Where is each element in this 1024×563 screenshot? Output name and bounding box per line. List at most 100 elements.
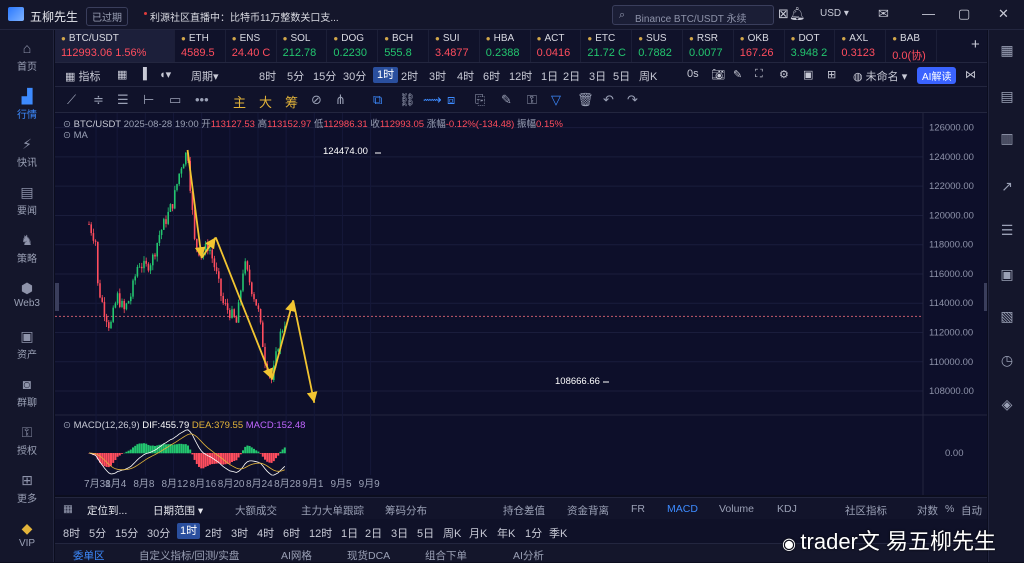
alert-icon[interactable]: ⊘ <box>311 92 322 108</box>
nav-item-1[interactable]: ▟行情 <box>0 84 54 128</box>
ticker-item[interactable]: HBA0.2388 <box>480 30 531 63</box>
trendline-tool-icon[interactable]: ⟋ <box>67 92 76 108</box>
filter-icon[interactable]: ▽ <box>551 92 561 108</box>
ticker-item[interactable]: DOT3.948 2 <box>785 30 836 63</box>
rectangle-tool-icon[interactable]: ▭ <box>169 92 181 108</box>
period-tab[interactable]: 2日 <box>563 68 580 84</box>
candle-style-icon[interactable]: ◖▾ <box>159 68 171 81</box>
clipboard-tool-icon[interactable]: ⎘ <box>475 92 485 108</box>
period-tab[interactable]: 年K <box>497 525 515 541</box>
chip-button[interactable]: 筹 <box>285 92 298 111</box>
period-tab[interactable]: 5分 <box>287 68 304 84</box>
layers-icon[interactable]: ◈ <box>999 396 1015 413</box>
indicator-button[interactable]: ▦ 指标 <box>65 68 100 84</box>
nav-item-0[interactable]: ⌂首页 <box>0 36 54 80</box>
minimize-icon[interactable]: — <box>922 6 935 21</box>
compare-tool-icon[interactable]: ⧈ <box>447 92 455 108</box>
period-tab[interactable]: 3日 <box>589 68 606 84</box>
indicator-tab[interactable]: MACD <box>667 503 698 515</box>
screen-chart-icon[interactable]: ▣ <box>999 266 1015 283</box>
nav-item-5[interactable]: ⬢Web3 <box>0 276 54 320</box>
date-range-dropdown[interactable]: 日期范围 ▾ <box>153 503 203 518</box>
ticker-item[interactable]: SUI3.4877 <box>429 30 480 63</box>
period-tab[interactable]: 15分 <box>115 525 138 541</box>
close-search-icon[interactable]: ⊠ <box>778 6 789 22</box>
ticker-item[interactable]: BAB0.0(协) <box>886 30 937 63</box>
mail-icon[interactable]: ✉ <box>878 6 889 22</box>
big-order-button[interactable]: 大 <box>259 92 272 111</box>
indicator-tab[interactable]: 自动 <box>961 503 982 518</box>
period-tab[interactable]: 季K <box>549 525 567 541</box>
nav-item-4[interactable]: ♞策略 <box>0 228 54 272</box>
panel-tab[interactable]: 委单区 <box>73 548 105 563</box>
ray-tool-icon[interactable]: ⊢ <box>143 92 154 108</box>
ticker-item[interactable]: ETC21.72 C <box>581 30 632 63</box>
ai-explain-button[interactable]: AI解读 <box>917 67 956 84</box>
price-chart[interactable]: 126000.00124000.00122000.00120000.001180… <box>55 113 987 495</box>
period-tab[interactable]: 2时 <box>401 68 418 84</box>
ticker-item[interactable]: ETH4589.5 <box>175 30 226 63</box>
nav-item-10[interactable]: ◆VIP <box>0 516 54 560</box>
main-indicator-button[interactable]: 主 <box>233 92 246 111</box>
ticker-item[interactable]: BCH555.8 <box>378 30 429 63</box>
ticker-item[interactable]: DOG0.2230 <box>327 30 378 63</box>
replay-speed[interactable]: 0s <box>687 68 699 80</box>
period-tab[interactable]: 1日 <box>541 68 558 84</box>
period-tab[interactable]: 12时 <box>509 68 532 84</box>
close-window-icon[interactable]: ✕ <box>998 6 1009 22</box>
ticker-item[interactable]: AXL0.3123 <box>835 30 886 63</box>
parallel-lines-icon[interactable]: ≑ <box>93 92 104 108</box>
panel-tab[interactable]: 现货DCA <box>347 548 390 563</box>
currency-select[interactable]: USD ▾ <box>820 8 849 19</box>
indicator-tab[interactable]: Volume <box>719 503 754 515</box>
period-tab[interactable]: 8时 <box>63 525 80 541</box>
panel-tab[interactable]: 自定义指标/回测/实盘 <box>139 548 239 563</box>
period-tab[interactable]: 30分 <box>147 525 170 541</box>
dots-menu-icon[interactable]: ••• <box>195 92 209 107</box>
period-tab[interactable]: 30分 <box>343 68 366 84</box>
grid-layout-icon[interactable]: ▦ <box>999 42 1015 59</box>
period-tab[interactable]: 5分 <box>89 525 106 541</box>
redo-icon[interactable]: ↷ <box>627 92 638 108</box>
period-tab[interactable]: 1分 <box>525 525 542 541</box>
indicator-tab[interactable]: % <box>945 503 954 515</box>
calendar-icon[interactable]: ▦ <box>117 68 127 81</box>
ticker-item[interactable]: OKB167.26 <box>734 30 785 63</box>
indicator-tab[interactable]: 持仓差值 <box>503 503 545 518</box>
trend-chart-icon[interactable]: ↗ <box>999 178 1015 195</box>
indicator-tab[interactable]: 筹码分布 <box>385 503 427 518</box>
period-tab[interactable]: 5日 <box>613 68 630 84</box>
horizontal-lines-icon[interactable]: ☰ <box>117 92 129 108</box>
camera-icon[interactable]: 📷︎ <box>711 68 725 81</box>
nav-item-8[interactable]: ⚿授权 <box>0 420 54 464</box>
period-tab[interactable]: 1时 <box>373 67 398 83</box>
clipboard-icon[interactable]: ▧ <box>999 308 1015 325</box>
nav-item-3[interactable]: ▤要闻 <box>0 180 54 224</box>
symbol-search-input[interactable]: ⌕ Binance BTC/USDT 永续 <box>612 5 774 25</box>
layout-icon[interactable]: ⊞ <box>827 68 836 81</box>
fullscreen-icon[interactable]: ⛶ <box>755 68 763 81</box>
ticker-item[interactable]: RSR0.0077 <box>683 30 734 63</box>
period-tab[interactable]: 3时 <box>429 68 446 84</box>
magnet-icon[interactable]: ⋔ <box>335 92 346 108</box>
indicator-tab[interactable]: 大额成交 <box>235 503 277 518</box>
settings-gear-icon[interactable]: ⚙ <box>779 68 789 81</box>
indicator-tab[interactable]: 社区指标 <box>845 503 887 518</box>
maximize-icon[interactable]: ▢ <box>958 6 970 22</box>
bell-icon[interactable]: 🔔︎ <box>789 6 806 22</box>
indicator-tab[interactable]: 主力大单跟踪 <box>301 503 364 518</box>
locate-to-button[interactable]: 定位到... <box>87 503 127 518</box>
period-tab[interactable]: 2日 <box>365 525 382 541</box>
bars-icon[interactable]: ▐ <box>139 68 147 80</box>
notes-icon[interactable]: ▥ <box>999 130 1015 147</box>
period-dropdown[interactable]: 周期▾ <box>191 68 219 84</box>
undo-icon[interactable]: ↶ <box>603 92 614 108</box>
nav-item-7[interactable]: ◙群聊 <box>0 372 54 416</box>
panel-tab[interactable]: 组合下单 <box>425 548 467 563</box>
brush-tool-icon[interactable]: ⟿ <box>423 92 442 108</box>
ticker-item[interactable]: SOL212.78 <box>277 30 328 63</box>
indicator-tab[interactable]: FR <box>631 503 645 515</box>
ticker-item[interactable]: SUS0.7882 <box>632 30 683 63</box>
lock-icon[interactable]: ⚿ <box>527 92 537 108</box>
add-ticker-icon[interactable]: + <box>971 36 980 53</box>
